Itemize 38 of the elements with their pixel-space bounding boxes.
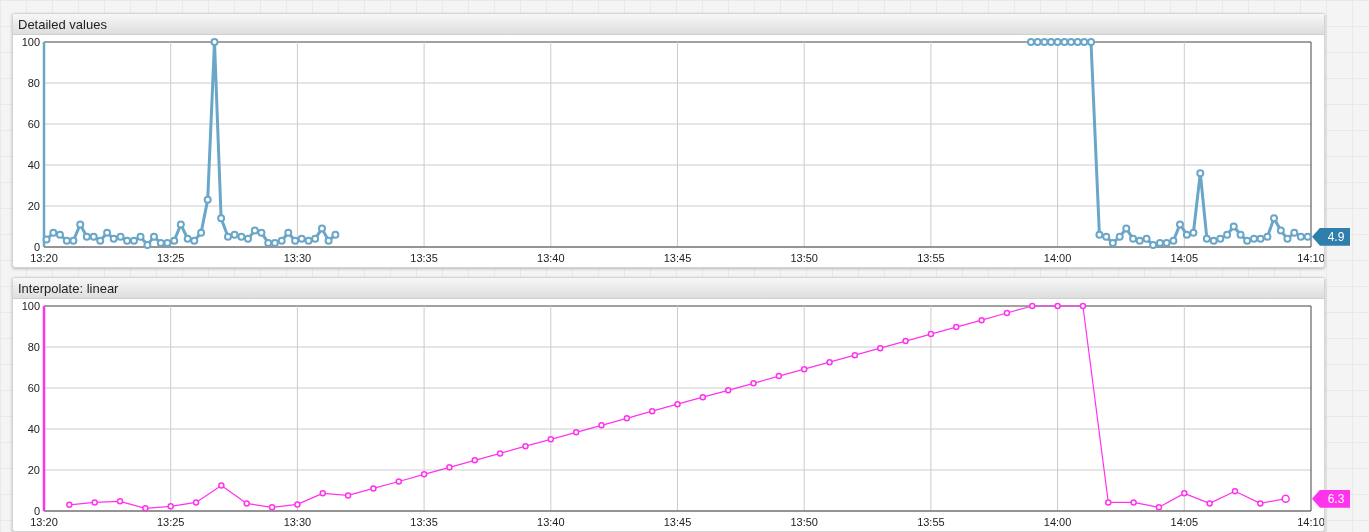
- panel-title: Interpolate: linear: [18, 280, 119, 296]
- axis-label: 14:10: [1297, 252, 1324, 264]
- axis-label: 60: [27, 382, 40, 394]
- axis-label: 13:50: [790, 252, 818, 264]
- axis-label: 13:40: [537, 516, 565, 528]
- axis-label: 13:40: [537, 252, 565, 264]
- value-badge: 4.9: [1312, 227, 1350, 246]
- axis-label: 100: [21, 300, 40, 312]
- axis-label: 13:50: [790, 516, 818, 528]
- axis-label: 13:45: [663, 252, 692, 264]
- axis-label: 13:35: [410, 516, 438, 528]
- value-badge: 6.3: [1312, 489, 1350, 508]
- panel-title: Detailed values: [18, 16, 107, 32]
- axis-label: 13:20: [30, 516, 58, 528]
- axis-label: 80: [27, 77, 40, 89]
- axis-label: 100: [21, 36, 40, 48]
- axis-label: 14:10: [1297, 516, 1324, 528]
- axis-label: 13:20: [30, 252, 58, 264]
- axis-label: 14:05: [1170, 252, 1199, 264]
- axis-label: 13:55: [917, 516, 945, 528]
- axis-label: 40: [27, 423, 40, 435]
- axis-label: 0: [33, 505, 40, 517]
- axis-label: 13:25: [156, 252, 185, 264]
- axis-label: 80: [27, 341, 40, 353]
- axis-label: 20: [27, 464, 40, 476]
- axis-label: 14:00: [1043, 516, 1072, 528]
- axis-label: 13:25: [156, 516, 185, 528]
- axis-label: 13:35: [410, 252, 438, 264]
- axis-label: 13:55: [917, 252, 945, 264]
- axis-label: 14:05: [1170, 516, 1199, 528]
- axis-label: 40: [27, 159, 40, 171]
- axis-label: 14:00: [1043, 252, 1072, 264]
- axis-label: 60: [27, 118, 40, 130]
- axis-label: 13:30: [283, 252, 312, 264]
- axis-label: 13:30: [283, 516, 312, 528]
- axis-label: 0: [33, 241, 40, 253]
- axis-label: 20: [27, 200, 40, 212]
- axis-label: 13:45: [663, 516, 692, 528]
